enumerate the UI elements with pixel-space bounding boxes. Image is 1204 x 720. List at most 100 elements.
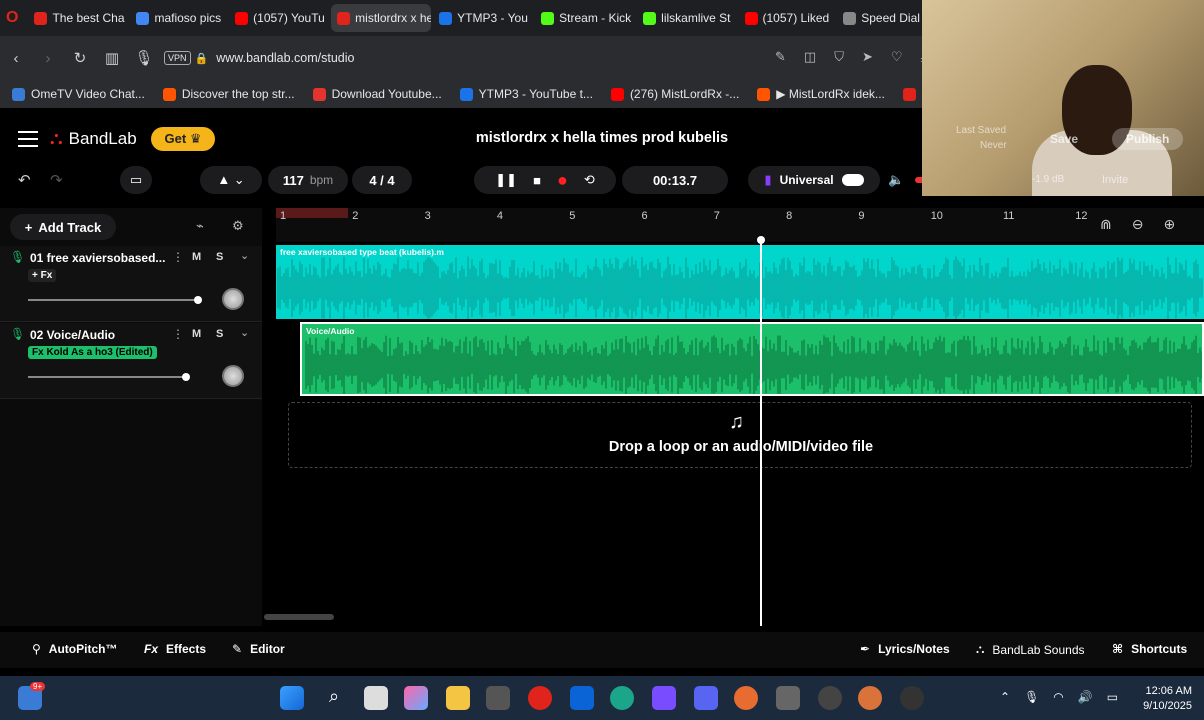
browser-tab-2[interactable]: mafioso pics: [130, 4, 227, 32]
track-name-1[interactable]: 01 free xaviersobased...: [30, 251, 170, 265]
browser-tab-8[interactable]: (1057) Liked: [739, 4, 836, 32]
store-icon[interactable]: [486, 686, 510, 710]
stop-icon[interactable]: ■: [533, 173, 541, 188]
zoom-in-icon[interactable]: ⊕: [1163, 216, 1175, 233]
solo-button-1[interactable]: S: [216, 251, 223, 263]
volume-icon[interactable]: 🔊: [1078, 690, 1093, 704]
bookmark-2[interactable]: Discover the top str...: [162, 87, 295, 101]
start-icon[interactable]: [280, 686, 304, 710]
loop-region[interactable]: [276, 208, 348, 218]
browser-tab-7[interactable]: lilskamlive St: [637, 4, 736, 32]
timeline-ruler[interactable]: 1 2 3 4 5 6 7 8 9 10 11 12: [276, 208, 1204, 242]
invite-button[interactable]: Invite: [1102, 174, 1128, 186]
publish-button[interactable]: Publish: [1112, 128, 1184, 150]
zoom-out-icon[interactable]: ⊖: [1132, 216, 1144, 233]
browser-tab-3[interactable]: (1057) YouTu: [229, 4, 329, 32]
loop-icon[interactable]: ⟲: [584, 172, 595, 188]
bookmark-4[interactable]: YTMP3 - YouTube t...: [459, 87, 593, 101]
volume-slider-handle-2[interactable]: [182, 373, 190, 381]
volume-slider-2[interactable]: [28, 376, 188, 378]
pan-knob-1[interactable]: [222, 288, 244, 310]
magnet-icon[interactable]: ⋒: [1100, 216, 1112, 233]
tempo-field[interactable]: 117 bpm: [268, 166, 348, 194]
record-icon[interactable]: ●: [557, 170, 568, 191]
volume-slider-handle-1[interactable]: [194, 296, 202, 304]
editor-button[interactable]: ✎ Editor: [232, 642, 285, 656]
fx-chain-button-2[interactable]: Fx Kold As a ho3 (Edited): [28, 346, 157, 359]
undo-icon[interactable]: ↶: [18, 171, 31, 189]
task-view-icon[interactable]: [364, 686, 388, 710]
mute-button-2[interactable]: M: [192, 328, 201, 340]
send-icon[interactable]: ➤: [862, 49, 873, 65]
settings-tool-icon[interactable]: ⚙: [232, 218, 244, 234]
fx-button-1[interactable]: + Fx: [28, 269, 57, 282]
audio-clip-1[interactable]: free xaviersobased type beat (kubelis).m: [276, 245, 1204, 319]
track-menu-icon[interactable]: ⋮: [172, 250, 184, 264]
link-icon[interactable]: ⌁: [196, 218, 204, 234]
file-explorer-icon[interactable]: [446, 686, 470, 710]
media-player-icon[interactable]: [900, 686, 924, 710]
browser-tab-4[interactable]: mistlordrx x hella: [331, 4, 432, 32]
autopitch-button[interactable]: ⚲ AutoPitch™: [32, 642, 117, 656]
bookmark-5[interactable]: (276) MistLordRx -...: [610, 87, 739, 101]
browser-tab-6[interactable]: Stream - Kick: [535, 4, 635, 32]
toggle-switch[interactable]: [841, 174, 864, 186]
mic-input-icon[interactable]: 🎙: [10, 250, 25, 264]
mic-tray-icon[interactable]: 🎙: [1024, 690, 1039, 704]
solo-button-2[interactable]: S: [216, 328, 223, 340]
track-menu-icon[interactable]: ⋮: [172, 327, 184, 341]
battery-icon[interactable]: ▭: [1107, 690, 1118, 704]
app-icon[interactable]: [818, 686, 842, 710]
vpn-badge[interactable]: VPN: [164, 51, 191, 65]
clipchamp-icon[interactable]: [652, 686, 676, 710]
drop-zone[interactable]: ♫ Drop a loop or an audio/MIDI/video fil…: [288, 402, 1192, 468]
time-signature-field[interactable]: 4 / 4: [352, 166, 412, 194]
pan-knob-2[interactable]: [222, 365, 244, 387]
shield-icon[interactable]: ⛉: [834, 49, 844, 65]
app-icon[interactable]: [858, 686, 882, 710]
browser-tab-9[interactable]: Speed Dial: [837, 4, 926, 32]
track-header-1[interactable]: 🎙 01 free xaviersobased... ⋮ M S ⌄ + Fx: [0, 246, 262, 322]
chevron-down-icon[interactable]: ⌄: [240, 326, 249, 339]
discord-icon[interactable]: [694, 686, 718, 710]
app-icon[interactable]: [734, 686, 758, 710]
audio-clip-2[interactable]: Voice/Audio: [300, 322, 1204, 396]
heart-icon[interactable]: ♡: [891, 49, 903, 65]
bookmark-1[interactable]: OmeTV Video Chat...: [12, 87, 145, 101]
track-name-2[interactable]: 02 Voice/Audio: [30, 328, 115, 342]
browser-tab-1[interactable]: The best Cha: [28, 4, 128, 32]
search-icon[interactable]: ⌕: [322, 686, 346, 710]
camera-icon[interactable]: ◫: [804, 49, 816, 65]
opera-icon[interactable]: O: [6, 9, 18, 27]
key-selector[interactable]: ▮ Universal: [748, 166, 880, 194]
add-track-button[interactable]: + Add Track: [10, 214, 116, 240]
speaker-mute-icon[interactable]: 🔈: [888, 172, 904, 188]
redo-icon[interactable]: ↷: [50, 171, 63, 189]
layout-toggle-button[interactable]: ▭: [120, 166, 152, 194]
playhead[interactable]: [757, 236, 765, 626]
reader-icon[interactable]: ▥: [96, 49, 128, 67]
clock[interactable]: 12:06 AM 9/10/2025: [1143, 684, 1192, 714]
track-header-2[interactable]: 🎙 02 Voice/Audio ⋮ M S ⌄ Fx Kold As a ho…: [0, 323, 262, 399]
mic-input-icon[interactable]: 🎙: [10, 327, 25, 341]
lyrics-notes-button[interactable]: ✒ Lyrics/Notes: [860, 642, 950, 656]
edit-icon[interactable]: ✎: [775, 49, 786, 65]
outlook-icon[interactable]: [570, 686, 594, 710]
browser-tab-5[interactable]: YTMP3 - You: [433, 4, 533, 32]
pause-icon[interactable]: ❚❚: [495, 172, 517, 188]
mic-icon[interactable]: 🎙: [128, 49, 160, 67]
effects-button[interactable]: Fx Effects: [144, 642, 206, 656]
bookmark-3[interactable]: Download Youtube...: [312, 87, 442, 101]
reload-icon[interactable]: ↻: [64, 49, 96, 67]
opera-taskbar-icon[interactable]: [528, 686, 552, 710]
save-button[interactable]: Save: [1050, 132, 1078, 146]
bandlab-sounds-button[interactable]: ⛬ BandLab Sounds: [976, 642, 1085, 657]
metronome-button[interactable]: ▲ ⌄: [200, 166, 262, 194]
mute-button-1[interactable]: M: [192, 251, 201, 263]
copilot-icon[interactable]: [404, 686, 428, 710]
chevron-down-icon[interactable]: ⌄: [240, 249, 249, 262]
back-icon[interactable]: ‹: [0, 50, 32, 67]
shortcuts-button[interactable]: ⌘ Shortcuts: [1112, 642, 1187, 656]
forward-icon[interactable]: ›: [32, 50, 64, 67]
chevron-up-icon[interactable]: ⌃: [1000, 690, 1010, 704]
